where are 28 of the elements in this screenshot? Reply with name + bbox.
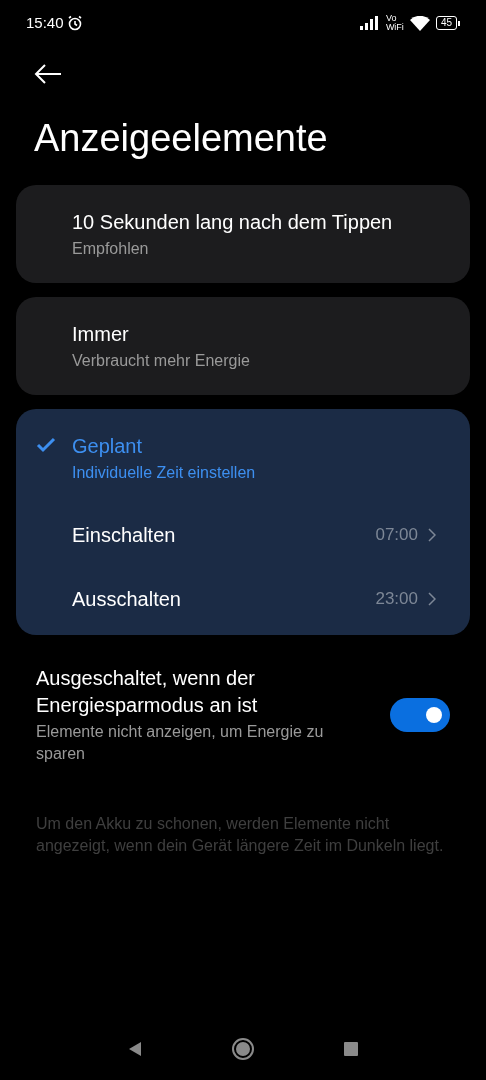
option-title: Immer xyxy=(72,322,130,347)
alarm-icon xyxy=(66,15,83,31)
back-nav-icon[interactable] xyxy=(128,1041,142,1057)
setting-subtitle: Elemente nicht anzeigen, um Energie zu sparen xyxy=(36,722,325,764)
option-title: 10 Sekunden lang nach dem Tippen xyxy=(72,210,393,235)
wifi-label: WiFi xyxy=(385,23,404,32)
option-title: Geplant xyxy=(72,434,144,459)
back-arrow-icon xyxy=(34,64,62,84)
option-subtitle: Empfohlen xyxy=(72,239,150,259)
wifi-icon xyxy=(409,15,430,31)
setting-title: Ausgeschaltet, wenn der Energiesparmodus an ist xyxy=(36,666,259,718)
home-nav-icon[interactable] xyxy=(232,1038,254,1060)
footnote-text: Um den Akku zu schonen, werden Elemente nicht angezeigt, wenn dein Gerät längere Zeit im Dunkeln liegt. xyxy=(35,814,445,856)
chevron-right-icon xyxy=(428,528,436,542)
battery-indicator: 45 xyxy=(435,16,460,30)
toggle-switch[interactable] xyxy=(390,698,450,732)
volte-label: Vo xyxy=(385,14,398,23)
option-subtitle: Individuelle Zeit einstellen xyxy=(72,463,256,483)
option-card[interactable]: Geplant Individuelle Zeit einstellen Einschalten 07:00 Ausschalten 23:00 xyxy=(16,409,470,635)
back-button[interactable] xyxy=(34,62,64,86)
checkmark-icon xyxy=(36,437,56,453)
option-card[interactable]: Immer Verbraucht mehr Energie xyxy=(16,297,470,395)
chevron-right-icon xyxy=(428,592,436,606)
signal-icon xyxy=(359,16,380,30)
page-title: Anzeigeelemente xyxy=(34,116,329,161)
option-card[interactable]: 10 Sekunden lang nach dem Tippen Empfohlen xyxy=(16,185,470,283)
option-subtitle: Verbraucht mehr Energie xyxy=(72,351,250,371)
status-time: 15:40 xyxy=(26,12,64,33)
